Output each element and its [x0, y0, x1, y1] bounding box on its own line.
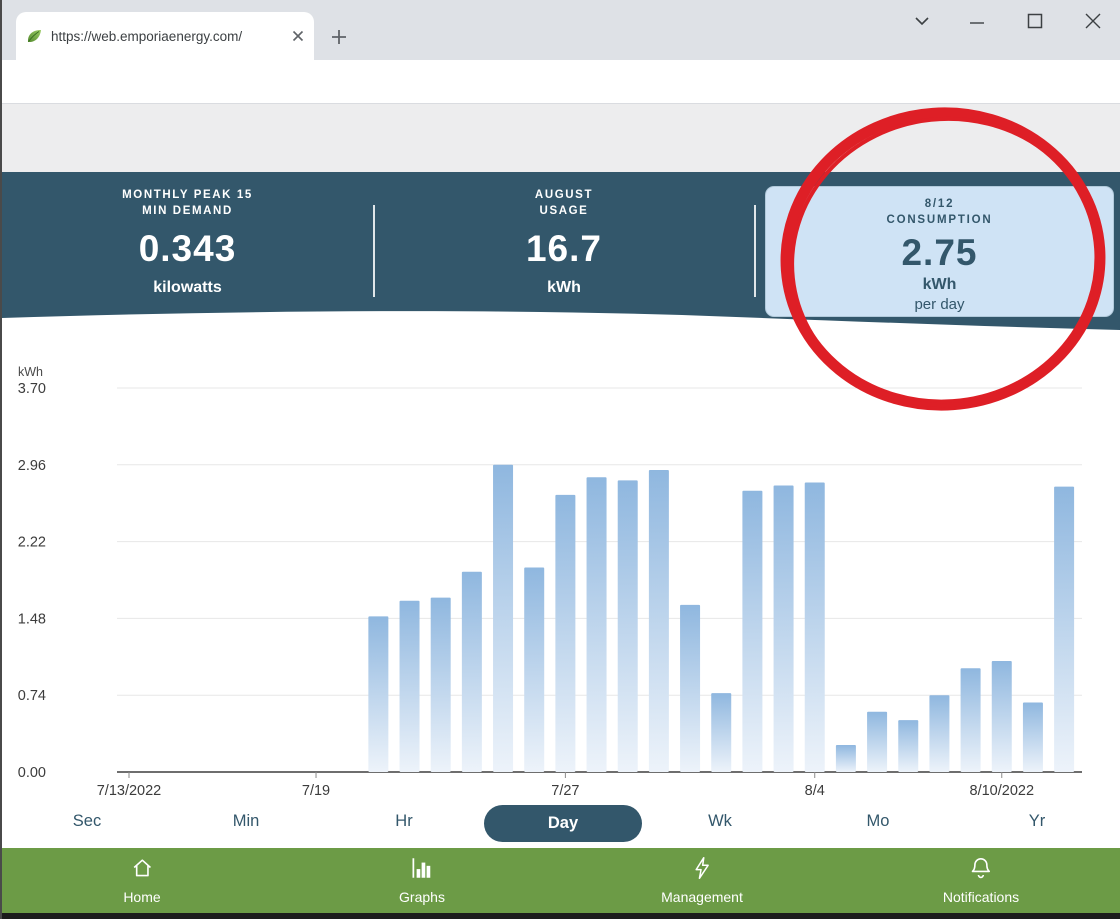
leaf-favicon [26, 28, 43, 45]
chart-bar[interactable] [805, 482, 825, 772]
y-tick-label: 3.70 [18, 381, 46, 397]
app-header: SOLAR > Main [2, 104, 1120, 172]
nav-management[interactable]: Management [661, 855, 743, 905]
chart-bar[interactable] [462, 572, 482, 772]
tab-yr[interactable]: Yr [1029, 812, 1046, 831]
chart-bar[interactable] [898, 720, 918, 772]
chart-bar[interactable] [711, 693, 731, 772]
nav-graphs[interactable]: Graphs [399, 855, 445, 905]
chart-bar[interactable] [929, 695, 949, 772]
window-bottom-edge [2, 913, 1120, 919]
usage-bar-chart: kWh 0.00 0.74 1.48 2.22 2.96 3.70 7/13/2022 7/19… [2, 332, 1120, 802]
chart-bar[interactable] [493, 465, 513, 772]
time-range-tabs: Sec Min Hr Day Wk Mo Yr [2, 802, 1120, 848]
tab-close-icon[interactable] [292, 30, 304, 42]
x-tick-label: 8/4 [805, 783, 825, 799]
tab-sec[interactable]: Sec [73, 812, 101, 831]
chart-bar[interactable] [1023, 702, 1043, 772]
chart-bar[interactable] [587, 477, 607, 772]
stat-label: AUGUST [535, 189, 593, 201]
stat-unit: kWh [766, 276, 1113, 294]
stat-label: 8/12 [925, 198, 955, 210]
stat-value: 16.7 [374, 228, 754, 270]
consumption-card-selected[interactable]: 8/12CONSUMPTION 2.75 kWh per day [765, 186, 1114, 317]
notifications-bell-icon [968, 855, 994, 881]
x-tick-label: 8/10/2022 [970, 783, 1035, 799]
chart-bar[interactable] [618, 480, 638, 772]
chart-bar[interactable] [836, 745, 856, 772]
x-tick-label: 7/13/2022 [97, 783, 162, 799]
new-tab-icon[interactable] [326, 24, 352, 50]
window-maximize-icon[interactable] [1020, 8, 1050, 34]
chart-bar[interactable] [961, 668, 981, 772]
tab-min[interactable]: Min [233, 812, 260, 831]
browser-titlebar: https://web.emporiaenergy.com/ [2, 0, 1120, 60]
chart-y-axis: kWh 0.00 0.74 1.48 2.22 2.96 3.70 [18, 365, 1082, 781]
chart-bar[interactable] [368, 616, 388, 772]
tab-hr[interactable]: Hr [395, 812, 412, 831]
home-house-icon [129, 855, 155, 881]
browser-window: https://web.emporiaenergy.com/ [0, 0, 1120, 919]
tab-day-selected[interactable]: Day [484, 805, 642, 842]
window-close-icon[interactable] [1078, 8, 1108, 34]
chart-bar[interactable] [431, 598, 451, 772]
browser-toolbar: web.emporiaenergy.com/#/home G [2, 60, 1120, 104]
graphs-barchart-icon [409, 855, 435, 881]
panel-divider [754, 205, 756, 297]
tab-search-chevron-icon[interactable] [907, 8, 937, 34]
nav-notifications[interactable]: Notifications [943, 855, 1019, 905]
stat-unit: kilowatts [2, 279, 373, 297]
y-tick-label: 0.00 [18, 765, 46, 781]
chart-x-axis: 7/13/2022 7/19 7/27 8/4 8/10/2022 [97, 772, 1034, 799]
stat-unit: kWh [374, 279, 754, 297]
chart-bar[interactable] [867, 712, 887, 772]
chart-bar[interactable] [524, 568, 544, 772]
chart-bar[interactable] [400, 601, 420, 772]
window-minimize-icon[interactable] [962, 8, 992, 34]
chart-bar[interactable] [774, 486, 794, 772]
x-tick-label: 7/27 [551, 783, 579, 799]
y-tick-label: 2.96 [18, 458, 46, 474]
wave-divider [2, 302, 1120, 332]
chart-bar[interactable] [555, 495, 575, 772]
chart-section: kWh 0.00 0.74 1.48 2.22 2.96 3.70 7/13/2022 7/19… [2, 332, 1120, 802]
y-tick-label: 2.22 [18, 535, 46, 551]
y-axis-unit-label: kWh [18, 365, 43, 379]
chart-bar[interactable] [649, 470, 669, 772]
stat-value: 2.75 [766, 232, 1113, 274]
bottom-nav: Home Graphs Management Notifications [2, 848, 1120, 913]
chart-bar[interactable] [742, 491, 762, 772]
management-bolt-icon [689, 855, 715, 881]
tab-title: https://web.emporiaenergy.com/ [51, 29, 284, 44]
tab-mo[interactable]: Mo [867, 812, 890, 831]
stat-label: MONTHLY PEAK 15 [122, 189, 253, 201]
chart-bar[interactable] [992, 661, 1012, 772]
nav-home[interactable]: Home [123, 855, 160, 905]
y-tick-label: 1.48 [18, 611, 46, 627]
tab-wk[interactable]: Wk [708, 812, 732, 831]
chart-bar[interactable] [680, 605, 700, 772]
x-tick-label: 7/19 [302, 783, 330, 799]
stat-value: 0.343 [2, 228, 373, 270]
browser-tab[interactable]: https://web.emporiaenergy.com/ [16, 12, 314, 60]
stats-band: MONTHLY PEAK 15MIN DEMAND 0.343 kilowatt… [2, 172, 1120, 332]
chart-bar[interactable] [1054, 487, 1074, 772]
y-tick-label: 0.74 [18, 688, 46, 704]
